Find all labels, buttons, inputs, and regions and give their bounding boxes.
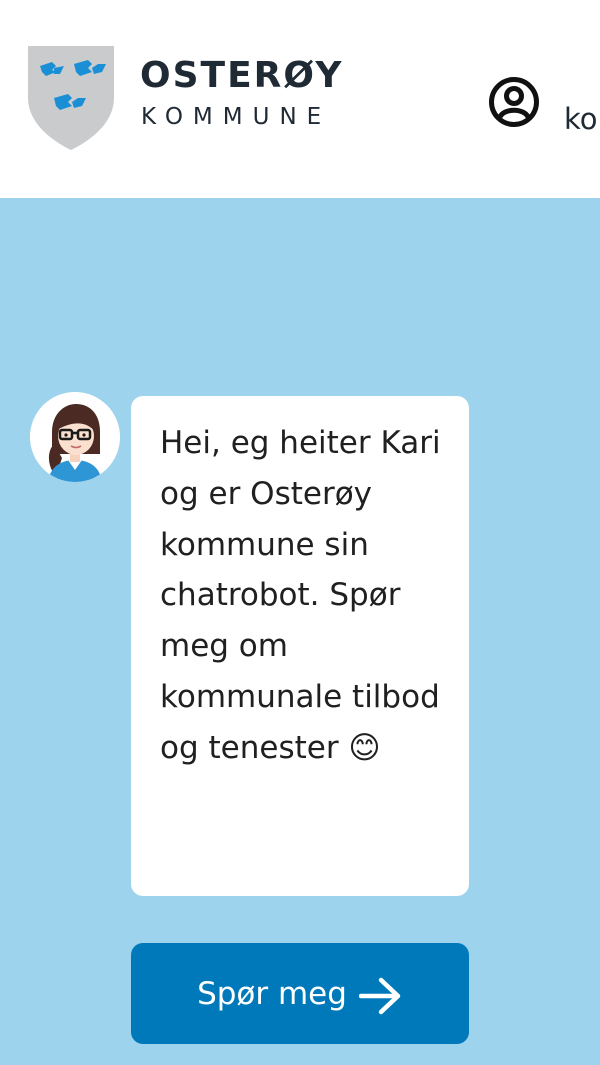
user-circle-icon xyxy=(489,77,539,127)
coat-of-arms-icon xyxy=(28,46,114,150)
chat-message-text: Hei, eg heiter Kari og er Osterøy kommun… xyxy=(160,425,441,766)
arrow-right-icon xyxy=(358,977,401,1014)
chatbot-avatar xyxy=(30,392,120,482)
ask-me-button[interactable]: Spør meg xyxy=(131,943,469,1044)
chat-message-bubble: Hei, eg heiter Kari og er Osterøy kommun… xyxy=(131,396,469,896)
account-label: ko xyxy=(564,102,598,136)
ask-me-button-label: Spør meg xyxy=(197,975,347,1012)
brand-subtitle: KOMMUNE xyxy=(141,104,332,130)
account-link[interactable]: ko xyxy=(488,70,600,140)
site-header: OSTERØY KOMMUNE ko xyxy=(0,0,600,198)
brand-name: OSTERØY xyxy=(140,55,344,96)
